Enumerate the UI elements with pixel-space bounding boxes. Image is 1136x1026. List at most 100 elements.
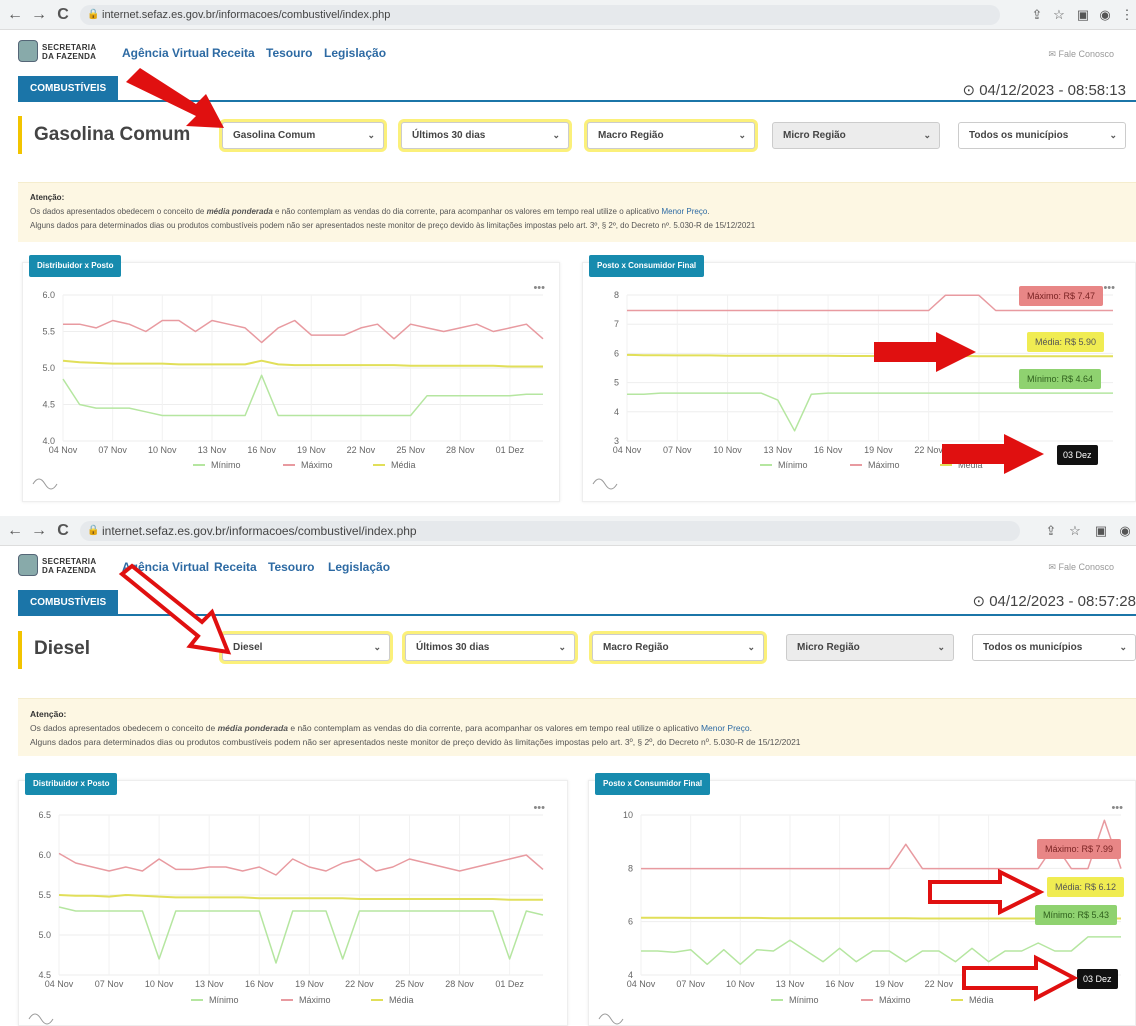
- x-tick-label: 07 Nov: [663, 445, 692, 455]
- chevron-down-icon: ⌄: [373, 642, 381, 652]
- forward-button[interactable]: →: [30, 5, 48, 25]
- legend-label: Máximo: [879, 995, 911, 1005]
- red-arrow-annotation: [118, 563, 232, 655]
- fuel-title: Diesel: [34, 638, 90, 659]
- tooltip-minimo: Mínimo: R$ 5.43: [1035, 905, 1118, 925]
- notice-line-2: Alguns dados para determinados dias ou p…: [30, 737, 801, 747]
- chart-menu-icon: •••: [533, 282, 545, 294]
- x-tick-label: 25 Nov: [395, 979, 424, 989]
- y-tick-label: 5.0: [42, 363, 55, 373]
- y-tick-label: 6.5: [38, 810, 51, 820]
- menor-preco-link[interactable]: Menor Preço: [701, 723, 750, 733]
- x-tick-label: 10 Nov: [148, 445, 177, 455]
- tab-icon[interactable]: ▣: [1092, 521, 1110, 541]
- seal-icon: [18, 554, 38, 576]
- nav-receita[interactable]: Receita: [212, 46, 255, 60]
- tab-icon[interactable]: ▣: [1074, 5, 1092, 25]
- fuel-select[interactable]: Gasolina Comum ⌄: [222, 122, 384, 149]
- notice-emphasis: média ponderada: [206, 207, 273, 216]
- x-tick-label: 19 Nov: [297, 445, 326, 455]
- notice-text: .: [749, 723, 752, 733]
- legend-label: Máximo: [299, 995, 331, 1005]
- forward-button[interactable]: →: [30, 521, 48, 541]
- red-arrow-annotation: [126, 68, 224, 128]
- nav-legislacao[interactable]: Legislação: [324, 46, 386, 60]
- chevron-down-icon: ⌄: [738, 130, 746, 140]
- fale-conosco-link[interactable]: ✉ Fale Conosco: [1048, 562, 1114, 573]
- series-line-media: [62, 359, 543, 368]
- x-tick-label: 10 Nov: [726, 979, 755, 989]
- x-tick-label: 04 Nov: [627, 979, 656, 989]
- share-icon[interactable]: ⇪: [1028, 5, 1046, 25]
- fale-conosco-label: Fale Conosco: [1058, 49, 1114, 59]
- tab-combustiveis[interactable]: COMBUSTÍVEIS: [18, 76, 119, 101]
- address-bar[interactable]: 🔒 internet.sefaz.es.gov.br/informacoes/c…: [80, 521, 1020, 541]
- y-tick-label: 8: [628, 863, 633, 873]
- chart-type-icon: [28, 1013, 54, 1025]
- period-select-value: Últimos 30 dias: [412, 130, 486, 141]
- macro-region-select[interactable]: Macro Região ⌄: [592, 634, 764, 661]
- tooltip-date: 03 Dez: [1077, 969, 1118, 989]
- legend-label: Mínimo: [211, 460, 241, 470]
- chart-menu-icon: •••: [1111, 802, 1123, 814]
- menor-preco-link[interactable]: Menor Preço: [661, 207, 707, 216]
- x-tick-label: 16 Nov: [814, 445, 843, 455]
- star-icon[interactable]: ☆: [1050, 5, 1068, 25]
- browser-toolbar: ← → C 🔒 internet.sefaz.es.gov.br/informa…: [0, 516, 1136, 546]
- notice-emphasis: média ponderada: [217, 723, 288, 733]
- share-icon[interactable]: ⇪: [1042, 521, 1060, 541]
- nav-agencia-virtual[interactable]: Agência Virtual: [122, 46, 209, 60]
- chart-card-distribuidor: Distribuidor x Posto 6.5 6.0 5.5 5.0 4.5 04 N…: [18, 773, 568, 1026]
- tooltip-maximo: Máximo: R$ 7.47: [1019, 286, 1104, 306]
- datetime-stamp: ⊙ 04/12/2023 - 08:57:28: [972, 593, 1136, 610]
- tooltip-media: Média: R$ 5.90: [1027, 332, 1105, 352]
- x-tick-label: 01 Dez: [495, 979, 524, 989]
- chart-type-icon: [32, 478, 58, 490]
- micro-region-select[interactable]: Micro Região ⌄: [786, 634, 954, 661]
- x-tick-label: 16 Nov: [247, 445, 276, 455]
- back-button[interactable]: ←: [6, 521, 24, 541]
- menu-icon[interactable]: ⋮: [1118, 5, 1136, 25]
- notice-title: Atenção:: [30, 193, 65, 202]
- fale-conosco-link[interactable]: ✉ Fale Conosco: [1048, 49, 1114, 60]
- sefaz-logo[interactable]: SECRETARIA DA FAZENDA: [18, 38, 128, 68]
- y-tick-label: 5.0: [38, 930, 51, 940]
- x-tick-label: 28 Nov: [446, 445, 475, 455]
- period-select[interactable]: Últimos 30 dias ⌄: [401, 122, 569, 149]
- municipio-select[interactable]: Todos os municípios ⌄: [972, 634, 1136, 661]
- back-button[interactable]: ←: [6, 5, 24, 25]
- nav-tesouro[interactable]: Tesouro: [268, 560, 314, 574]
- profile-icon[interactable]: ◉: [1096, 5, 1114, 25]
- nav-legislacao[interactable]: Legislação: [328, 560, 390, 574]
- logo-line-2: DA FAZENDA: [42, 566, 97, 575]
- micro-region-select[interactable]: Micro Região ⌄: [772, 122, 940, 149]
- reload-button[interactable]: C: [54, 5, 72, 25]
- chevron-down-icon: ⌄: [923, 130, 931, 140]
- x-tick-label: 19 Nov: [295, 979, 324, 989]
- municipio-select[interactable]: Todos os municípios ⌄: [958, 122, 1126, 149]
- address-bar[interactable]: 🔒 internet.sefaz.es.gov.br/informacoes/c…: [80, 5, 1000, 25]
- y-tick-label: 8: [614, 290, 619, 300]
- chevron-down-icon: ⌄: [558, 642, 566, 652]
- macro-region-select[interactable]: Macro Região ⌄: [587, 122, 755, 149]
- reload-button[interactable]: C: [54, 521, 72, 541]
- period-select[interactable]: Últimos 30 dias ⌄: [405, 634, 575, 661]
- series-line-maximo: [58, 852, 544, 876]
- y-tick-label: 6: [628, 917, 633, 927]
- x-tick-label: 22 Nov: [925, 979, 954, 989]
- sefaz-logo[interactable]: SECRETARIA DA FAZENDA: [18, 552, 128, 582]
- tab-combustiveis[interactable]: COMBUSTÍVEIS: [18, 590, 119, 615]
- fuel-select[interactable]: Diesel ⌄: [222, 634, 390, 661]
- nav-tesouro[interactable]: Tesouro: [266, 46, 312, 60]
- x-tick-label: 07 Nov: [98, 445, 127, 455]
- tooltip-minimo: Mínimo: R$ 4.64: [1019, 369, 1102, 389]
- star-icon[interactable]: ☆: [1066, 521, 1084, 541]
- red-arrow-annotation: [874, 332, 976, 372]
- x-tick-label: 22 Nov: [347, 445, 376, 455]
- profile-icon[interactable]: ◉: [1116, 521, 1134, 541]
- x-tick-label: 13 Nov: [195, 979, 224, 989]
- legend-label: Mínimo: [778, 460, 808, 470]
- tooltip-maximo: Máximo: R$ 7.99: [1037, 839, 1122, 859]
- x-tick-label: 28 Nov: [445, 979, 474, 989]
- notice-line-1: Os dados apresentados obedecem o conceit…: [30, 205, 1124, 219]
